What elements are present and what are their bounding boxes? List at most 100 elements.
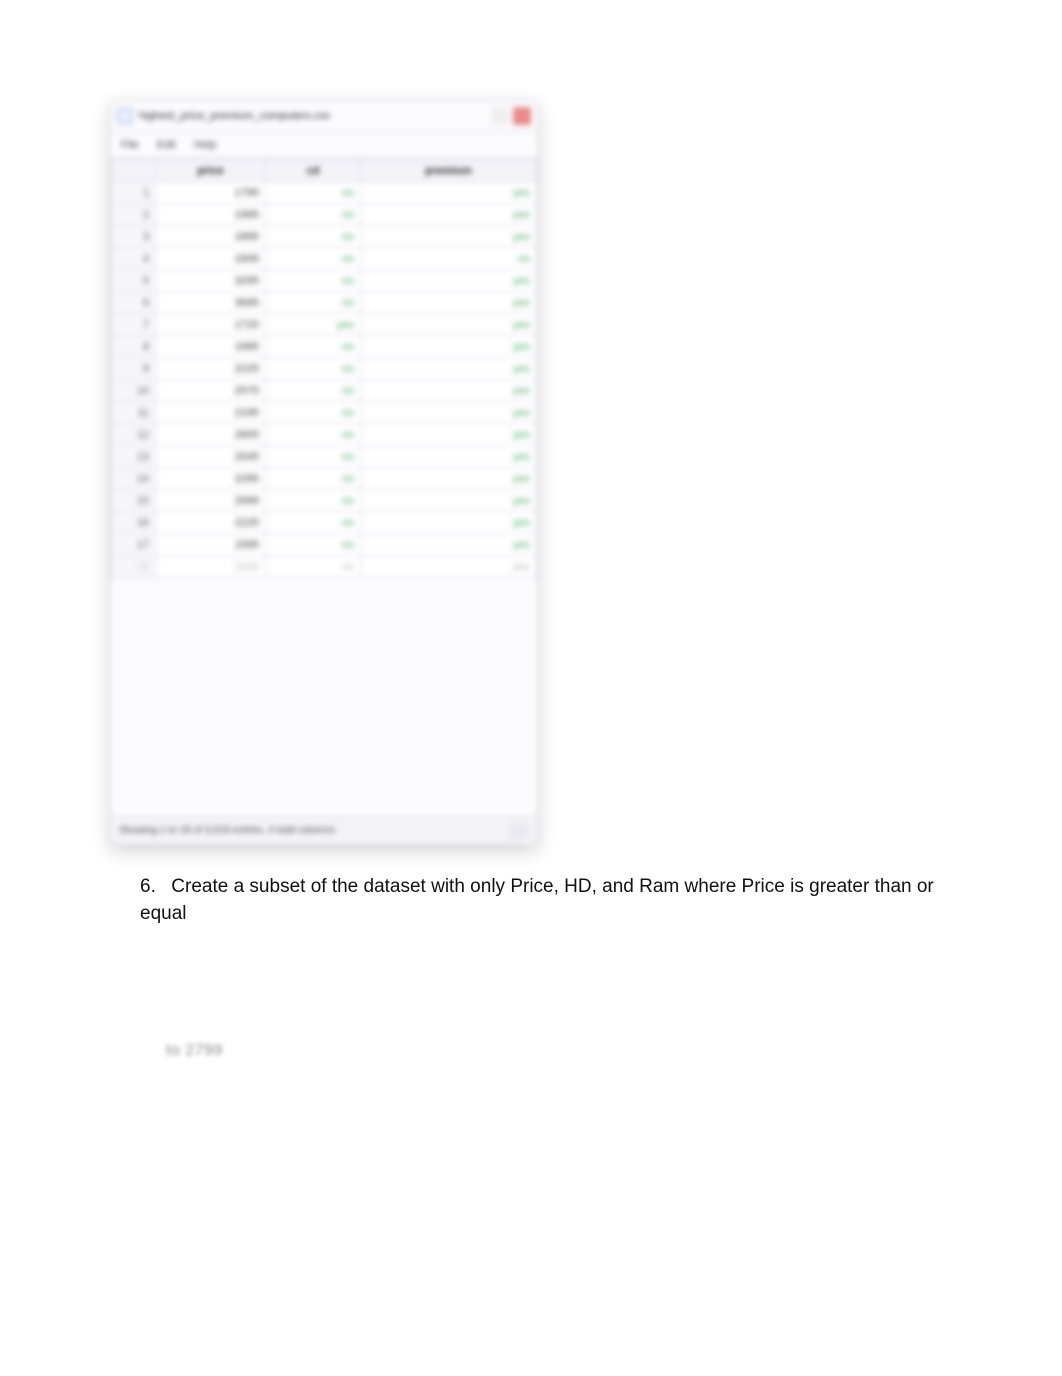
table-row[interactable]: 112195noyes (112, 402, 537, 424)
table-row[interactable]: 132045noyes (112, 446, 537, 468)
row-header[interactable]: 18 (112, 556, 156, 578)
table-row[interactable]: 11795noyes (112, 182, 537, 204)
cell-cd[interactable]: no (266, 204, 361, 226)
cell-premium[interactable]: yes (361, 468, 537, 490)
cell-premium[interactable]: yes (361, 226, 537, 248)
menu-item-help[interactable]: Help (194, 139, 217, 151)
cell-cd[interactable]: no (266, 182, 361, 204)
cell-cd[interactable]: no (266, 468, 361, 490)
table-row[interactable]: 41849nono (112, 248, 537, 270)
cell-cd[interactable]: no (266, 248, 361, 270)
cell-premium[interactable]: yes (361, 424, 537, 446)
table-row[interactable]: 171595noyes (112, 534, 537, 556)
cell-cd[interactable]: no (266, 380, 361, 402)
cell-cd[interactable]: no (266, 336, 361, 358)
table-row[interactable]: 182325noyes (112, 556, 537, 578)
corner-cell (112, 160, 156, 182)
cell-price[interactable]: 1995 (156, 336, 266, 358)
cell-premium[interactable]: yes (361, 380, 537, 402)
col-header-premium[interactable]: premium (361, 160, 537, 182)
cell-price[interactable]: 1595 (156, 534, 266, 556)
table-row[interactable]: 31895noyes (112, 226, 537, 248)
row-header[interactable]: 3 (112, 226, 156, 248)
row-header[interactable]: 13 (112, 446, 156, 468)
cell-premium[interactable]: yes (361, 314, 537, 336)
cell-price[interactable]: 2195 (156, 402, 266, 424)
cell-cd[interactable]: no (266, 270, 361, 292)
cell-cd[interactable]: no (266, 446, 361, 468)
cell-premium[interactable]: yes (361, 182, 537, 204)
cell-price[interactable]: 2605 (156, 424, 266, 446)
row-header[interactable]: 15 (112, 490, 156, 512)
cell-price[interactable]: 2295 (156, 468, 266, 490)
cell-price[interactable]: 2575 (156, 380, 266, 402)
cell-cd[interactable]: no (266, 226, 361, 248)
cell-price[interactable]: 2699 (156, 490, 266, 512)
cell-cd[interactable]: no (266, 490, 361, 512)
minimize-button[interactable] (491, 107, 509, 125)
col-header-cd[interactable]: cd (266, 160, 361, 182)
cell-cd[interactable]: no (266, 424, 361, 446)
cell-cd[interactable]: no (266, 556, 361, 578)
cell-premium[interactable]: yes (361, 204, 537, 226)
cell-price[interactable]: 1720 (156, 314, 266, 336)
cell-cd[interactable]: no (266, 358, 361, 380)
row-header[interactable]: 4 (112, 248, 156, 270)
table-row[interactable]: 162225noyes (112, 512, 537, 534)
cell-price[interactable]: 2045 (156, 446, 266, 468)
cell-price[interactable]: 3295 (156, 270, 266, 292)
table-row[interactable]: 63695noyes (112, 292, 537, 314)
row-header[interactable]: 17 (112, 534, 156, 556)
cell-premium[interactable]: yes (361, 446, 537, 468)
cell-price[interactable]: 2325 (156, 556, 266, 578)
cell-price[interactable]: 1995 (156, 204, 266, 226)
data-grid[interactable]: price cd premium 11795noyes21995noyes318… (111, 159, 537, 813)
table-row[interactable]: 92225noyes (112, 358, 537, 380)
cell-price[interactable]: 1895 (156, 226, 266, 248)
table-row[interactable]: 71720yesyes (112, 314, 537, 336)
cell-price[interactable]: 2225 (156, 512, 266, 534)
row-header[interactable]: 10 (112, 380, 156, 402)
close-button[interactable] (513, 107, 531, 125)
cell-cd[interactable]: no (266, 292, 361, 314)
row-header[interactable]: 1 (112, 182, 156, 204)
table-row[interactable]: 53295noyes (112, 270, 537, 292)
cell-price[interactable]: 1795 (156, 182, 266, 204)
table-row[interactable]: 21995noyes (112, 204, 537, 226)
cell-premium[interactable]: yes (361, 402, 537, 424)
cell-premium[interactable]: yes (361, 512, 537, 534)
row-header[interactable]: 12 (112, 424, 156, 446)
menu-item-edit[interactable]: Edit (157, 139, 176, 151)
table-row[interactable]: 122605noyes (112, 424, 537, 446)
cell-premium[interactable]: yes (361, 534, 537, 556)
cell-premium[interactable]: no (361, 248, 537, 270)
menu-item-file[interactable]: File (121, 139, 139, 151)
row-header[interactable]: 2 (112, 204, 156, 226)
row-header[interactable]: 16 (112, 512, 156, 534)
cell-premium[interactable]: yes (361, 490, 537, 512)
cell-cd[interactable]: no (266, 534, 361, 556)
table-row[interactable]: 81995noyes (112, 336, 537, 358)
cell-price[interactable]: 2225 (156, 358, 266, 380)
cell-premium[interactable]: yes (361, 270, 537, 292)
cell-premium[interactable]: yes (361, 292, 537, 314)
row-header[interactable]: 11 (112, 402, 156, 424)
table-row[interactable]: 152699noyes (112, 490, 537, 512)
cell-cd[interactable]: no (266, 512, 361, 534)
col-header-price[interactable]: price (156, 160, 266, 182)
cell-premium[interactable]: yes (361, 336, 537, 358)
cell-price[interactable]: 3695 (156, 292, 266, 314)
cell-cd[interactable]: yes (266, 314, 361, 336)
table-row[interactable]: 142295noyes (112, 468, 537, 490)
row-header[interactable]: 9 (112, 358, 156, 380)
row-header[interactable]: 5 (112, 270, 156, 292)
cell-premium[interactable]: yes (361, 358, 537, 380)
cell-premium[interactable]: yes (361, 556, 537, 578)
row-header[interactable]: 7 (112, 314, 156, 336)
cell-price[interactable]: 1849 (156, 248, 266, 270)
row-header[interactable]: 8 (112, 336, 156, 358)
table-row[interactable]: 102575noyes (112, 380, 537, 402)
row-header[interactable]: 6 (112, 292, 156, 314)
cell-cd[interactable]: no (266, 402, 361, 424)
row-header[interactable]: 14 (112, 468, 156, 490)
